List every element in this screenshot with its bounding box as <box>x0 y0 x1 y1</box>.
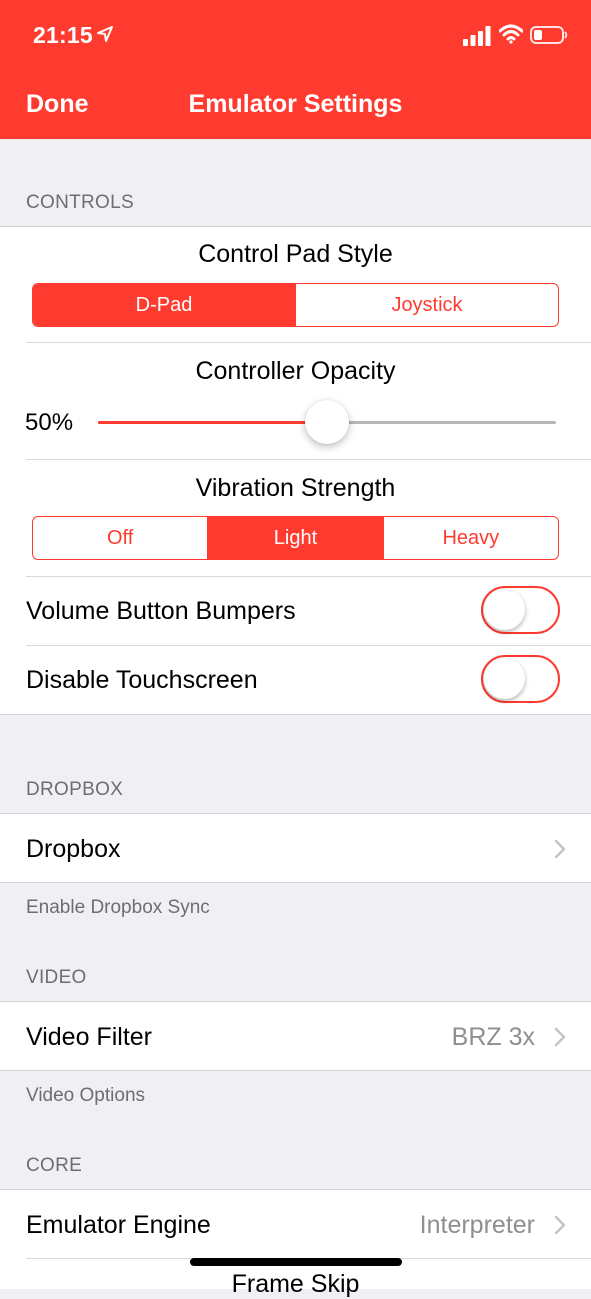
vibration-strength-segmented: Off Light Heavy <box>32 516 559 560</box>
divider <box>26 342 591 343</box>
dropbox-row[interactable]: Dropbox <box>0 813 591 883</box>
segment-heavy[interactable]: Heavy <box>382 517 558 559</box>
controller-opacity-label: Controller Opacity <box>195 357 396 385</box>
chevron-right-icon <box>554 1027 566 1047</box>
chevron-right-icon <box>554 839 566 859</box>
video-filter-row[interactable]: Video Filter BRZ 3x <box>0 1001 591 1071</box>
divider <box>26 459 591 460</box>
toggle-knob <box>484 589 525 630</box>
segment-d-pad[interactable]: D-Pad <box>33 284 295 326</box>
section-header-video: VIDEO <box>26 967 87 988</box>
video-filter-label: Video Filter <box>26 1023 152 1051</box>
toggle-knob <box>484 658 525 699</box>
wifi-icon <box>499 24 523 44</box>
battery-low-icon <box>530 26 568 44</box>
emulator-engine-label: Emulator Engine <box>26 1211 211 1239</box>
volume-button-bumpers-toggle[interactable] <box>481 586 560 634</box>
divider <box>26 645 591 646</box>
vibration-strength-label: Vibration Strength <box>195 474 396 502</box>
segment-joystick[interactable]: Joystick <box>295 284 558 326</box>
segment-off[interactable]: Off <box>33 517 207 559</box>
status-time: 21:15 <box>33 22 93 48</box>
control-pad-style-label: Control Pad Style <box>198 240 393 268</box>
location-arrow-icon <box>97 26 113 42</box>
dropbox-row-label: Dropbox <box>26 835 121 863</box>
disable-touchscreen-toggle[interactable] <box>481 655 560 703</box>
section-header-core: CORE <box>26 1155 83 1176</box>
home-indicator[interactable] <box>190 1258 402 1266</box>
volume-button-bumpers-label: Volume Button Bumpers <box>26 597 296 625</box>
video-filter-value: BRZ 3x <box>451 1023 535 1051</box>
dropbox-footer: Enable Dropbox Sync <box>26 897 210 918</box>
navigation-bar: 21:15 Done Emulator Settings <box>0 0 591 139</box>
segment-light[interactable]: Light <box>207 517 383 559</box>
disable-touchscreen-label: Disable Touchscreen <box>26 666 258 694</box>
control-pad-style-segmented: D-Pad Joystick <box>32 283 559 327</box>
signal-bars-icon <box>463 26 491 46</box>
emulator-engine-value: Interpreter <box>419 1211 535 1239</box>
section-header-controls: CONTROLS <box>26 192 134 213</box>
frame-skip-label-partial: Frame Skip <box>231 1270 360 1298</box>
opacity-slider-thumb[interactable] <box>305 400 349 444</box>
section-header-dropbox: DROPBOX <box>26 779 124 800</box>
page-title: Emulator Settings <box>188 90 403 118</box>
opacity-value: 50% <box>25 409 74 436</box>
divider <box>26 576 591 577</box>
video-footer: Video Options <box>26 1085 146 1106</box>
opacity-slider-fill <box>98 421 327 424</box>
chevron-right-icon <box>554 1215 566 1235</box>
